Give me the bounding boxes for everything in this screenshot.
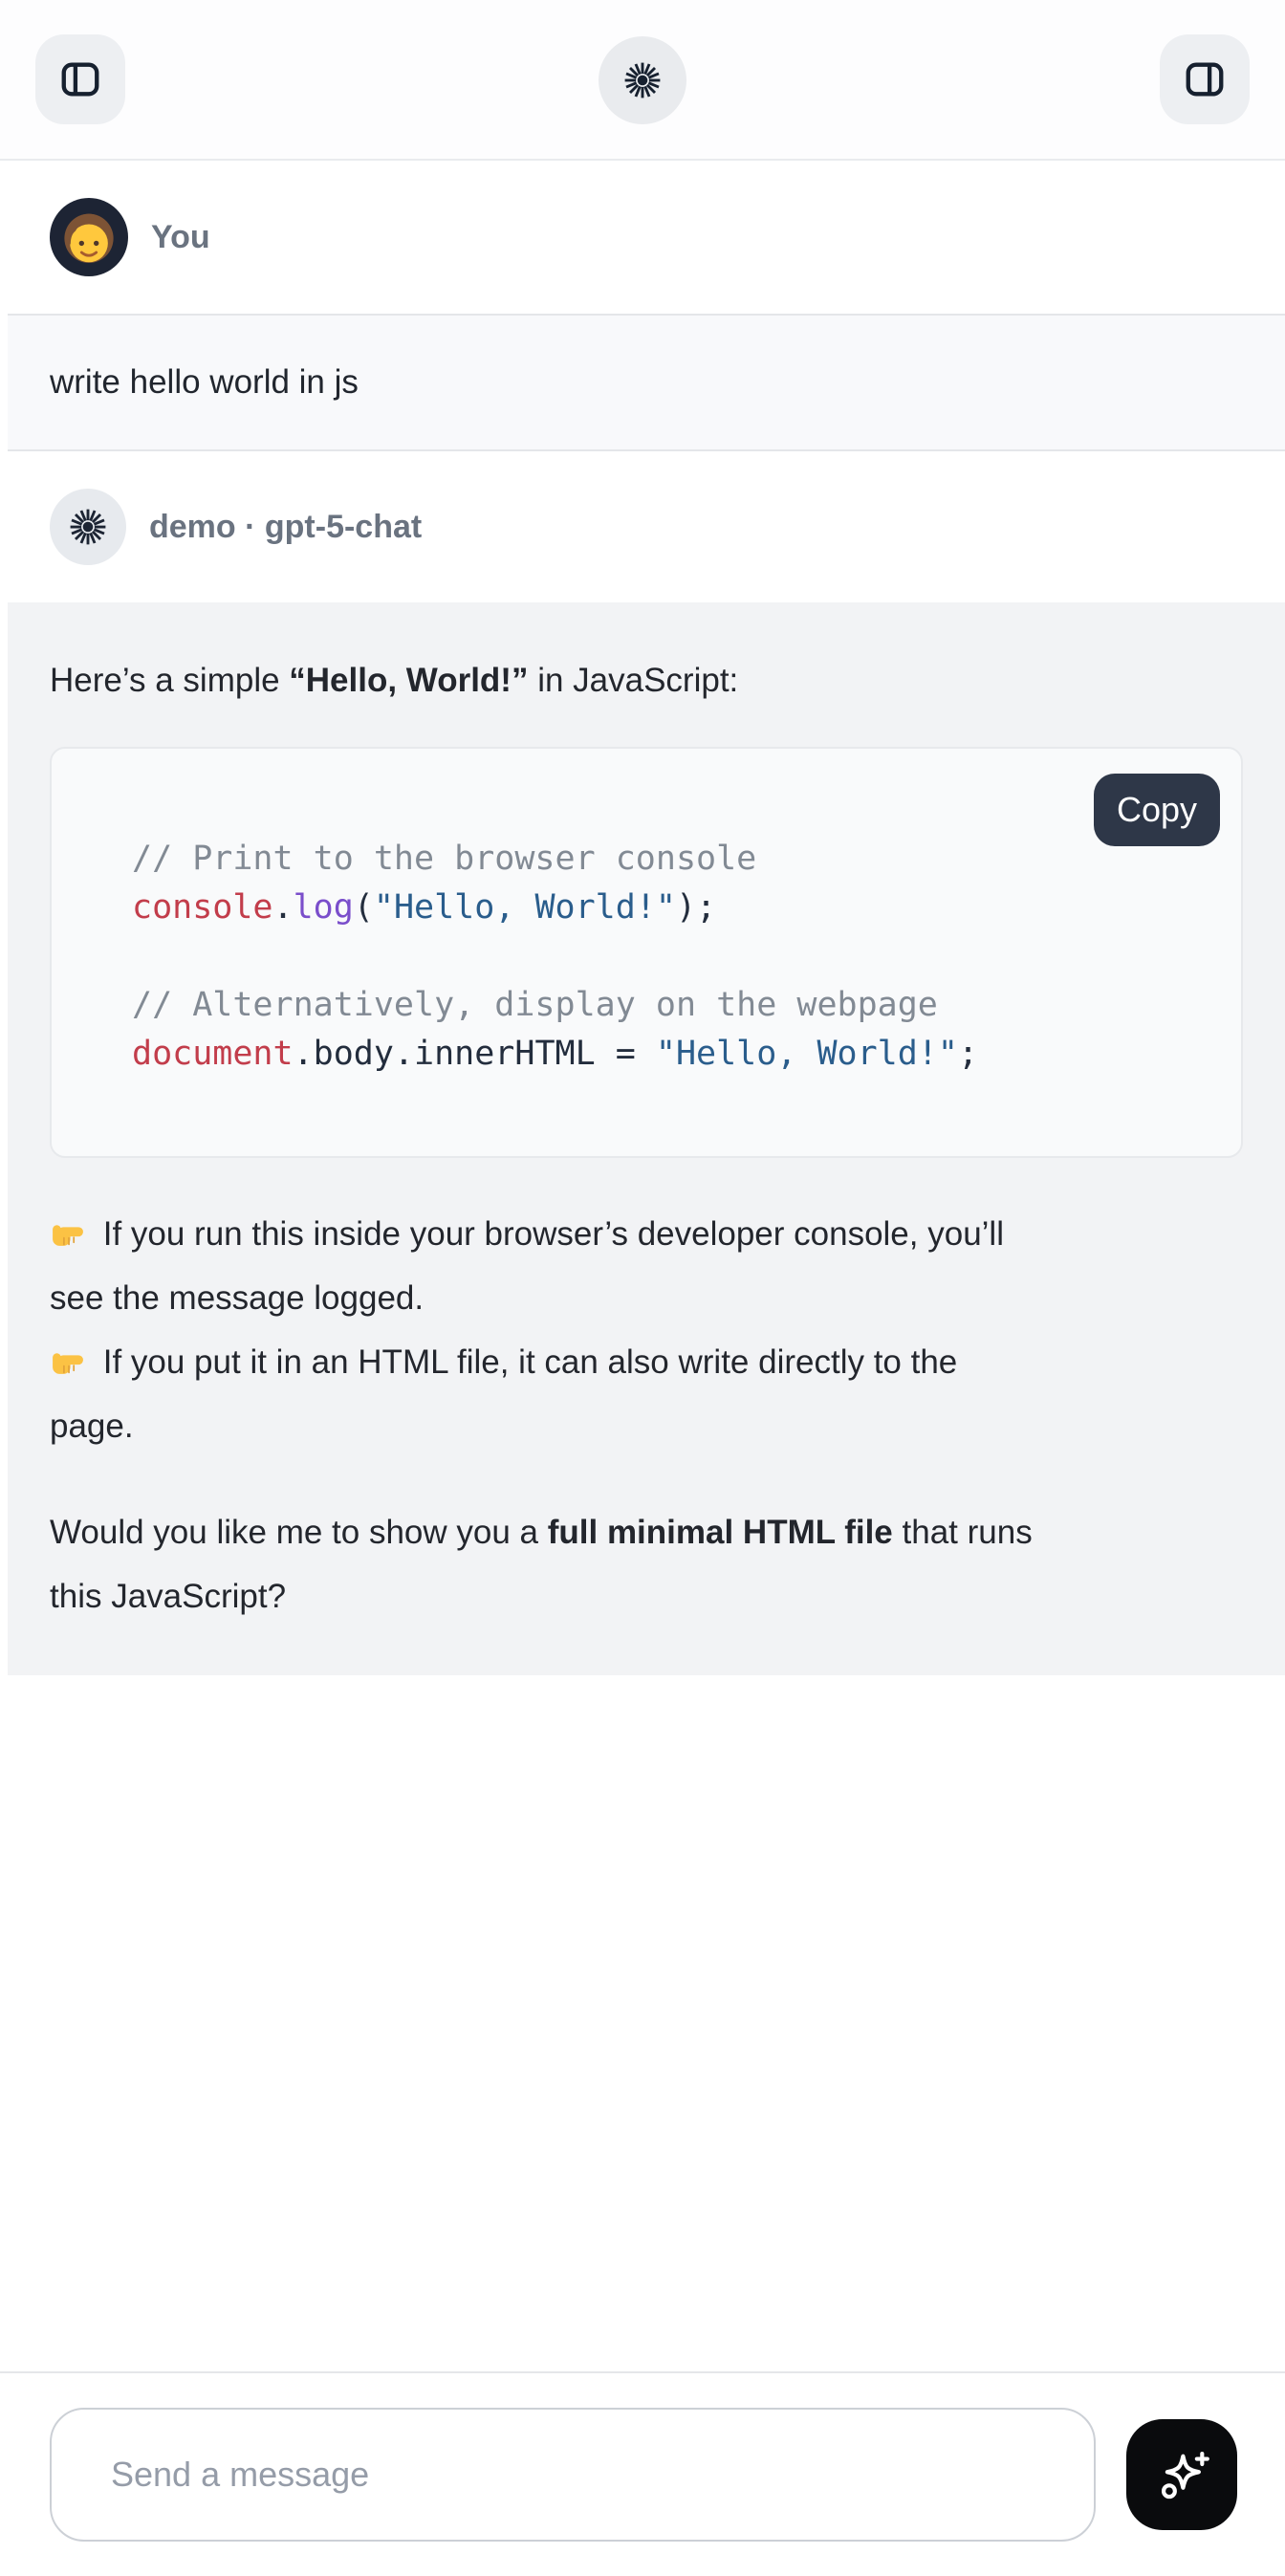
starburst-icon xyxy=(66,505,110,549)
pointing-right-emoji xyxy=(50,1207,85,1242)
conversation-area: You write hello world in js demo · gpt-5… xyxy=(0,161,1285,2371)
app-logo xyxy=(599,36,686,124)
message-input[interactable] xyxy=(50,2408,1096,2542)
sidebar-toggle-button[interactable] xyxy=(35,34,125,124)
assistant-intro-paragraph: Here’s a simple “Hello, World!” in JavaS… xyxy=(50,648,1243,712)
starburst-icon xyxy=(621,58,664,102)
starburst-icon-slot xyxy=(621,58,664,102)
composer-bar xyxy=(0,2371,1285,2576)
assistant-tips-paragraph: If you run this inside your browser’s de… xyxy=(50,1202,1243,1458)
user-sender-label: You xyxy=(151,219,210,256)
starburst-icon-slot xyxy=(66,505,110,549)
user-message: write hello world in js xyxy=(8,314,1285,451)
person-emoji-icon xyxy=(50,198,128,276)
empty-scroll-space xyxy=(8,1675,1285,2369)
copy-button[interactable]: Copy xyxy=(1094,774,1220,846)
user-sender-row: You xyxy=(8,161,1285,314)
panel-left-icon xyxy=(58,57,102,101)
code-block: Copy // Print to the browser console con… xyxy=(50,747,1243,1158)
user-message-text: write hello world in js xyxy=(50,363,359,402)
panel-right-toggle-button[interactable] xyxy=(1160,34,1250,124)
sparkle-plus-icon xyxy=(1150,2443,1213,2506)
top-bar xyxy=(0,0,1285,161)
chat-app: You write hello world in js demo · gpt-5… xyxy=(0,0,1285,2576)
user-avatar xyxy=(50,198,128,276)
panel-right-icon xyxy=(1183,57,1227,101)
assistant-message: Here’s a simple “Hello, World!” in JavaS… xyxy=(8,602,1285,1675)
pointing-right-emoji xyxy=(50,1335,85,1370)
assistant-avatar xyxy=(50,489,126,565)
assistant-followup-paragraph: Would you like me to show you a full min… xyxy=(50,1500,1243,1628)
code-content: // Print to the browser console console.… xyxy=(52,749,1241,1079)
assistant-sender-label: demo · gpt-5-chat xyxy=(149,509,422,546)
assistant-sender-row: demo · gpt-5-chat xyxy=(8,451,1285,602)
send-button[interactable] xyxy=(1126,2419,1237,2530)
